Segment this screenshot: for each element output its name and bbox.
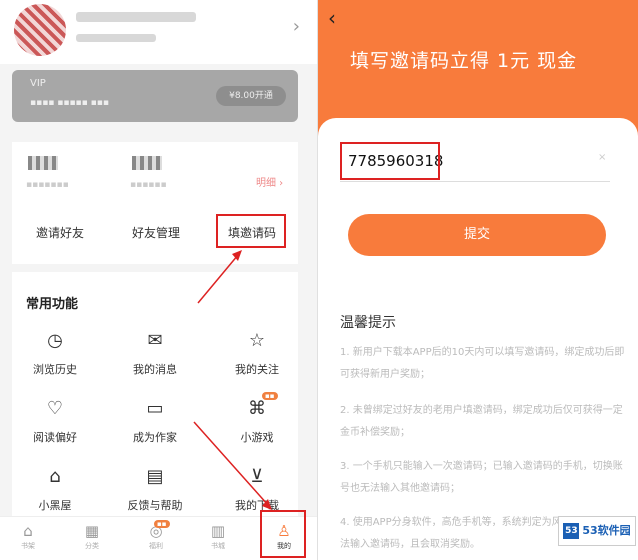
tip-item: 3. 一个手机只能输入一次邀请码；已输入邀请码的手机，切换账号也无法输入其他邀请… <box>340 461 623 494</box>
profile-page: › VIP ▪▪▪▪ ▪▪▪▪▪ ▪▪▪ ¥8.00开通 ▪▪▪▪▪▪▪ ▪▪▪… <box>0 0 318 560</box>
invite-code-page: ‹ 填写邀请码立得 1元 现金 7785960318 × 提交 温馨提示 1. … <box>318 0 638 560</box>
submit-button[interactable]: 提交 <box>348 214 606 256</box>
highlight-box <box>340 142 440 180</box>
logo-mark-icon: 53 <box>563 523 580 539</box>
invite-banner-title: 填写邀请码立得 1元 现金 <box>350 50 578 72</box>
back-arrow-icon[interactable]: ‹ <box>328 6 336 30</box>
tips-title: 温馨提示 <box>340 315 396 331</box>
tip-item: 1. 新用户下载本APP后的10天内可以填写邀请码，绑定成功后即可获得新用户奖励… <box>340 347 625 380</box>
tip-item: 2. 未曾绑定过好友的老用户填邀请码，绑定成功后仅可获得一定金币补偿奖励； <box>340 405 623 438</box>
watermark-logo: 53 53软件园 <box>558 516 636 546</box>
arrow-annotation <box>193 250 272 510</box>
clear-input-icon[interactable]: × <box>598 152 606 163</box>
